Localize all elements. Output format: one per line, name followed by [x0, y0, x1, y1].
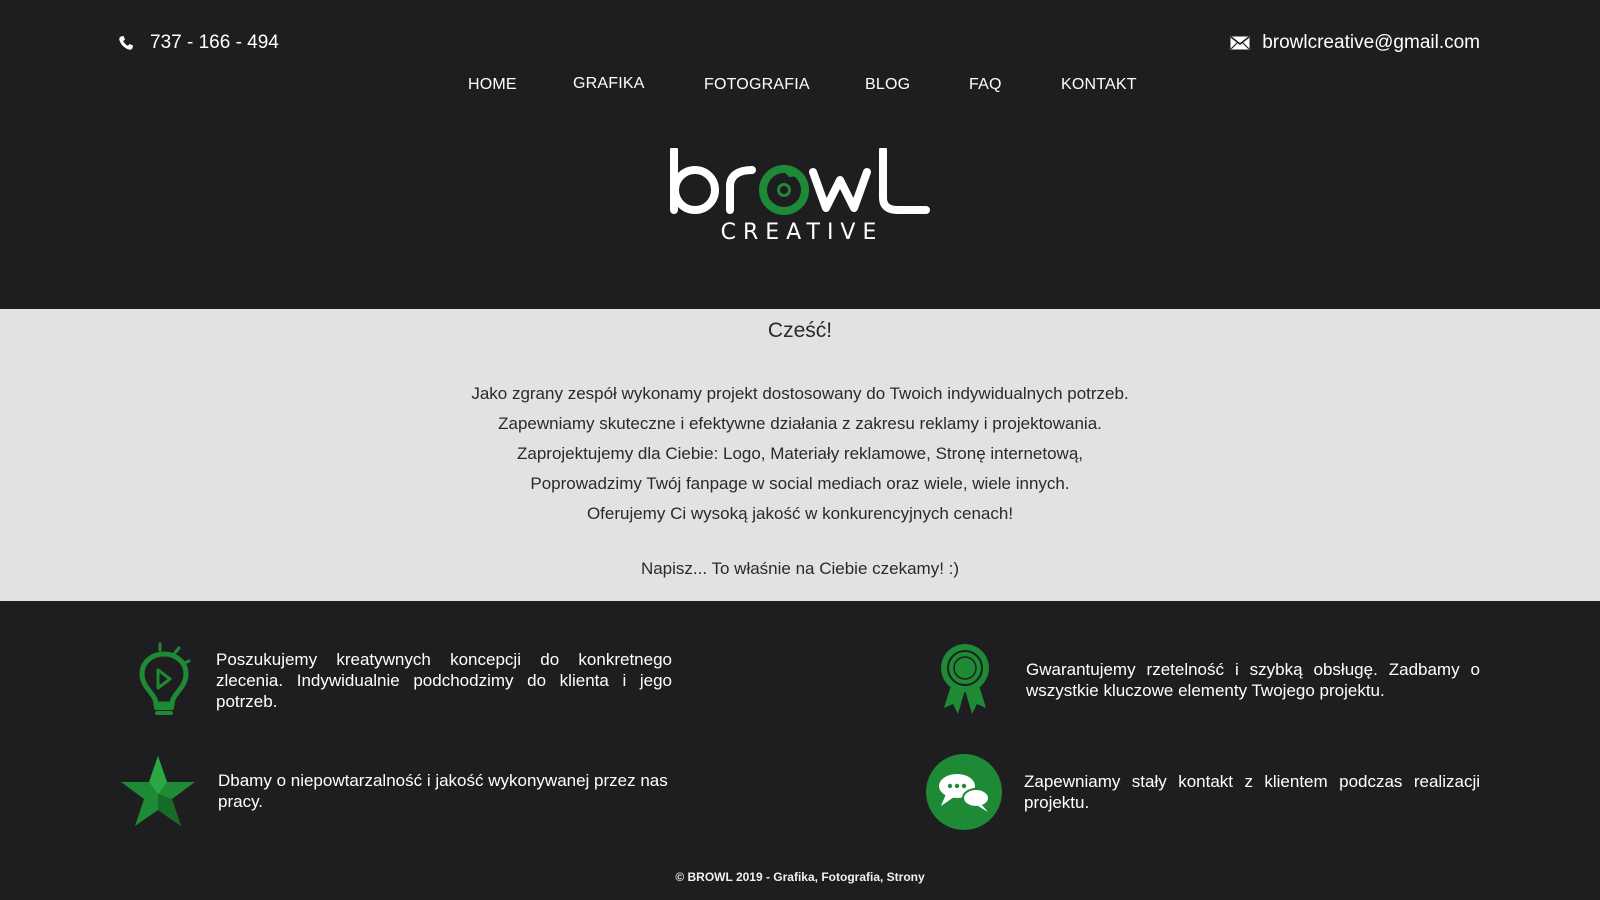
feature-item: Gwarantujemy rzetelność i szybką obsługę…	[940, 642, 1480, 718]
email-contact[interactable]: browlcreative@gmail.com	[1230, 32, 1480, 54]
feature-text: Dbamy o niepowtarzalność i jakość wykony…	[218, 771, 668, 811]
intro-title: Cześć!	[767, 319, 833, 342]
envelope-icon	[1230, 36, 1250, 50]
nav-item-fotografia[interactable]: FOTOGRAFIA	[704, 76, 810, 94]
star-icon	[120, 754, 196, 828]
feature-item: Poszukujemy kreatywnych koncepcji do kon…	[130, 642, 672, 718]
phone-icon	[118, 35, 134, 51]
intro-line: Poprowadzimy Twój fanpage w social media…	[530, 474, 1070, 493]
nav-item-kontakt[interactable]: KONTAKT	[1061, 76, 1137, 94]
phone-contact[interactable]: 737 - 166 - 494	[118, 32, 279, 54]
lightbulb-icon	[130, 642, 194, 718]
phone-number[interactable]: 737 - 166 - 494	[150, 32, 279, 54]
main-nav: HOME GRAFIKA FOTOGRAFIA BLOG FAQ KONTAKT	[0, 75, 1600, 100]
intro-section: Cześć! Jako zgrany zespół wykonamy proje…	[0, 309, 1600, 601]
email-address[interactable]: browlcreative@gmail.com	[1262, 32, 1480, 54]
intro-line: Zapewniamy skuteczne i efektywne działan…	[498, 414, 1102, 433]
chat-bubbles-icon	[926, 754, 1002, 830]
nav-item-faq[interactable]: FAQ	[969, 76, 1002, 94]
feature-text: Poszukujemy kreatywnych koncepcji do kon…	[216, 649, 672, 711]
feature-item: Dbamy o niepowtarzalność i jakość wykony…	[120, 754, 672, 828]
intro-cta: Napisz... To właśnie na Ciebie czekamy! …	[640, 559, 960, 578]
footer-copyright: © BROWL 2019 - Grafika, Fotografia, Stro…	[675, 870, 925, 884]
feature-text: Zapewniamy stały kontakt z klientem podc…	[1024, 772, 1480, 812]
feature-text: Gwarantujemy rzetelność i szybką obsługę…	[1026, 660, 1480, 700]
nav-item-blog[interactable]: BLOG	[865, 76, 910, 94]
nav-item-home[interactable]: HOME	[468, 76, 517, 94]
nav-item-grafika[interactable]: GRAFIKA	[573, 75, 645, 93]
intro-text: Jako zgrany zespół wykonamy projekt dost…	[0, 379, 1600, 529]
feature-item: Zapewniamy stały kontakt z klientem podc…	[926, 754, 1480, 830]
intro-line: Jako zgrany zespół wykonamy projekt dost…	[471, 384, 1129, 403]
svg-text:CREATIVE: CREATIVE	[721, 220, 884, 244]
brand-logo[interactable]: CREATIVE	[668, 146, 932, 245]
intro-line: Oferujemy Ci wysoką jakość w konkurencyj…	[586, 504, 1014, 523]
intro-line: Zaprojektujemy dla Ciebie: Logo, Materia…	[517, 444, 1083, 463]
award-ribbon-icon	[940, 642, 990, 718]
features-section: Poszukujemy kreatywnych koncepcji do kon…	[0, 630, 1600, 850]
